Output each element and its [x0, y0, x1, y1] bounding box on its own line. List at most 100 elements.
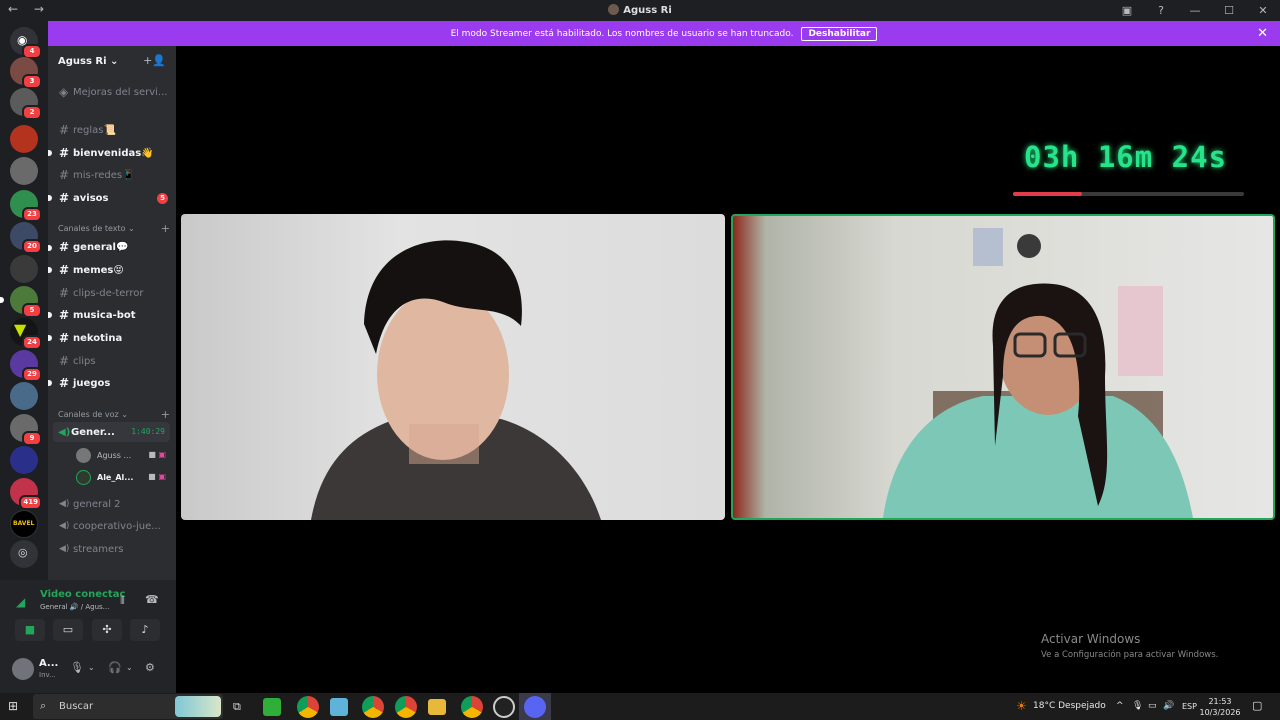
- microphone-icon[interactable]: 🎙: [70, 661, 84, 674]
- settings-gear-icon[interactable]: ⚙: [145, 661, 155, 674]
- server-badge: 9: [22, 431, 42, 446]
- channel-label: avisos: [73, 192, 109, 204]
- server-icon[interactable]: 20: [10, 222, 42, 254]
- server-boost-item[interactable]: ◈ Mejoras del servi...: [56, 82, 174, 102]
- noise-suppression-icon[interactable]: ⦀: [120, 594, 125, 608]
- weather-text[interactable]: 18°C Despejado: [1033, 701, 1106, 711]
- channel-memes[interactable]: # memes😝: [56, 260, 174, 280]
- server-icon[interactable]: 9: [10, 414, 42, 446]
- channel-juegos[interactable]: # juegos: [56, 373, 174, 393]
- voice-channel-label: general 2: [73, 498, 121, 510]
- disconnect-icon[interactable]: ☎: [145, 593, 159, 606]
- help-icon[interactable]: ?: [1144, 4, 1178, 17]
- channel-bienvenidas[interactable]: # bienvenidas👋: [56, 143, 174, 163]
- boost-icon: ◈: [59, 85, 69, 99]
- voice-user[interactable]: Aguss ... ■ ▣: [76, 445, 170, 465]
- taskbar-search[interactable]: ⌕ Buscar: [33, 694, 223, 719]
- server-icon[interactable]: ▼ 24: [10, 318, 42, 350]
- voice-connected-status[interactable]: Video conectac: [40, 589, 125, 600]
- task-view-icon[interactable]: ⧉: [233, 700, 241, 714]
- server-icon[interactable]: 29: [10, 350, 42, 382]
- disable-streamer-button[interactable]: Deshabilitar: [801, 26, 878, 41]
- discord-home-icon[interactable]: ◉ 4: [10, 27, 42, 59]
- server-icon[interactable]: [10, 125, 38, 153]
- file-explorer-icon[interactable]: [428, 699, 446, 715]
- chrome-icon[interactable]: [297, 696, 319, 718]
- volume-icon[interactable]: 🔊: [1163, 701, 1174, 711]
- server-icon[interactable]: 5: [0, 286, 42, 318]
- video-tile-right-speaking[interactable]: [731, 214, 1275, 520]
- server-icon[interactable]: 3: [10, 57, 42, 89]
- voice-channel-cooperativo[interactable]: ◀) cooperativo-jue...: [56, 516, 174, 536]
- steam-icon[interactable]: [493, 696, 515, 718]
- voice-channel-streamers[interactable]: ◀) streamers: [56, 539, 174, 559]
- voice-user[interactable]: Ale_Al... ■ ▣: [76, 467, 170, 487]
- user-area[interactable]: A... Inv... 🎙 ⌄ 🎧 ⌄ ⚙: [12, 658, 172, 684]
- server-icon[interactable]: ◎: [10, 540, 38, 568]
- inbox-icon[interactable]: ▣: [1110, 4, 1144, 17]
- watermark-subtitle: Ve a Configuración para activar Windows.: [1041, 650, 1219, 660]
- banner-close-icon[interactable]: ✕: [1257, 26, 1268, 41]
- channel-musica-bot[interactable]: # musica-bot: [56, 305, 174, 325]
- soundboard-button[interactable]: ♪: [130, 619, 160, 641]
- channel-nekotina[interactable]: # nekotina: [56, 328, 174, 348]
- notifications-icon[interactable]: ▢: [1252, 699, 1262, 712]
- server-icon[interactable]: 2: [10, 88, 42, 120]
- signal-icon[interactable]: ◢: [16, 595, 25, 609]
- server-icon[interactable]: [10, 157, 38, 185]
- server-icon[interactable]: [10, 446, 38, 474]
- taskbar-clock[interactable]: 21:53 10/3/2026: [1199, 696, 1241, 718]
- chevron-down-icon[interactable]: ⌄: [126, 663, 133, 672]
- speaker-icon: ◀): [59, 521, 70, 531]
- minecraft-icon[interactable]: [263, 698, 281, 716]
- invite-people-icon[interactable]: +👤: [143, 54, 166, 67]
- channel-label: juegos: [73, 377, 111, 389]
- channel-clips[interactable]: # clips: [56, 351, 174, 371]
- activities-button[interactable]: ✣: [92, 619, 122, 641]
- voice-channel-label: cooperativo-jue...: [73, 520, 161, 532]
- create-channel-icon[interactable]: +: [161, 222, 170, 235]
- camera-button[interactable]: ■: [15, 619, 45, 641]
- channel-reglas[interactable]: # reglas📜: [56, 120, 174, 140]
- start-button[interactable]: ⊞: [8, 699, 18, 713]
- text-channels-category[interactable]: Canales de texto ⌄ +: [58, 222, 172, 235]
- screen-share-button[interactable]: ▭: [53, 619, 83, 641]
- banner-message: El modo Streamer está habilitado. Los no…: [450, 28, 794, 39]
- hash-icon: #: [59, 123, 70, 137]
- channel-avisos[interactable]: # avisos 5: [56, 188, 174, 208]
- close-button[interactable]: ✕: [1246, 4, 1280, 17]
- create-channel-icon[interactable]: +: [161, 408, 170, 421]
- server-icon[interactable]: [10, 255, 38, 283]
- channel-mis-redes[interactable]: # mis-redes📱: [56, 165, 174, 185]
- language-indicator[interactable]: ESP: [1182, 702, 1197, 711]
- chrome-icon[interactable]: [461, 696, 483, 718]
- maximize-button[interactable]: ☐: [1212, 4, 1246, 17]
- server-icon[interactable]: [10, 382, 38, 410]
- chrome-icon[interactable]: [395, 696, 417, 718]
- channel-label: general💬: [73, 241, 129, 253]
- guild-name[interactable]: Aguss Ri ⌄: [58, 56, 118, 67]
- channel-general[interactable]: # general💬: [56, 237, 174, 257]
- headphones-icon[interactable]: 🎧: [108, 661, 122, 674]
- voice-connection-channel[interactable]: General 🔊 / Agus...: [40, 603, 109, 611]
- tray-chevron-icon[interactable]: ^: [1116, 701, 1124, 711]
- voice-channel-general-2[interactable]: ◀) general 2: [56, 494, 174, 514]
- server-icon[interactable]: 23: [10, 190, 42, 222]
- app-icon[interactable]: [330, 698, 348, 716]
- server-icon[interactable]: 419: [10, 478, 42, 510]
- hash-icon: #: [59, 376, 70, 390]
- windows-taskbar: ⊞ ⌕ Buscar ⧉ ☀ 18°C Despejado ^ 🎙 ▭ 🔊 ES…: [0, 693, 1280, 720]
- video-tile-left[interactable]: [181, 214, 725, 520]
- server-icon[interactable]: BAVEL: [10, 510, 38, 538]
- voice-channels-category[interactable]: Canales de voz ⌄ +: [58, 408, 172, 421]
- channel-clips-de-terror[interactable]: # clips-de-terror: [56, 283, 174, 303]
- chevron-down-icon[interactable]: ⌄: [88, 663, 95, 672]
- voice-channel-general[interactable]: ◀) Gener... 1:40:29: [53, 422, 170, 442]
- watermark-title: Activar Windows: [1041, 632, 1141, 646]
- discord-taskbar-active[interactable]: [519, 693, 551, 720]
- minimize-button[interactable]: —: [1178, 4, 1212, 17]
- chrome-icon[interactable]: [362, 696, 384, 718]
- guild-header[interactable]: Aguss Ri ⌄ +👤: [48, 46, 176, 78]
- microphone-tray-icon[interactable]: 🎙: [1132, 701, 1143, 711]
- network-icon[interactable]: ▭: [1148, 701, 1157, 711]
